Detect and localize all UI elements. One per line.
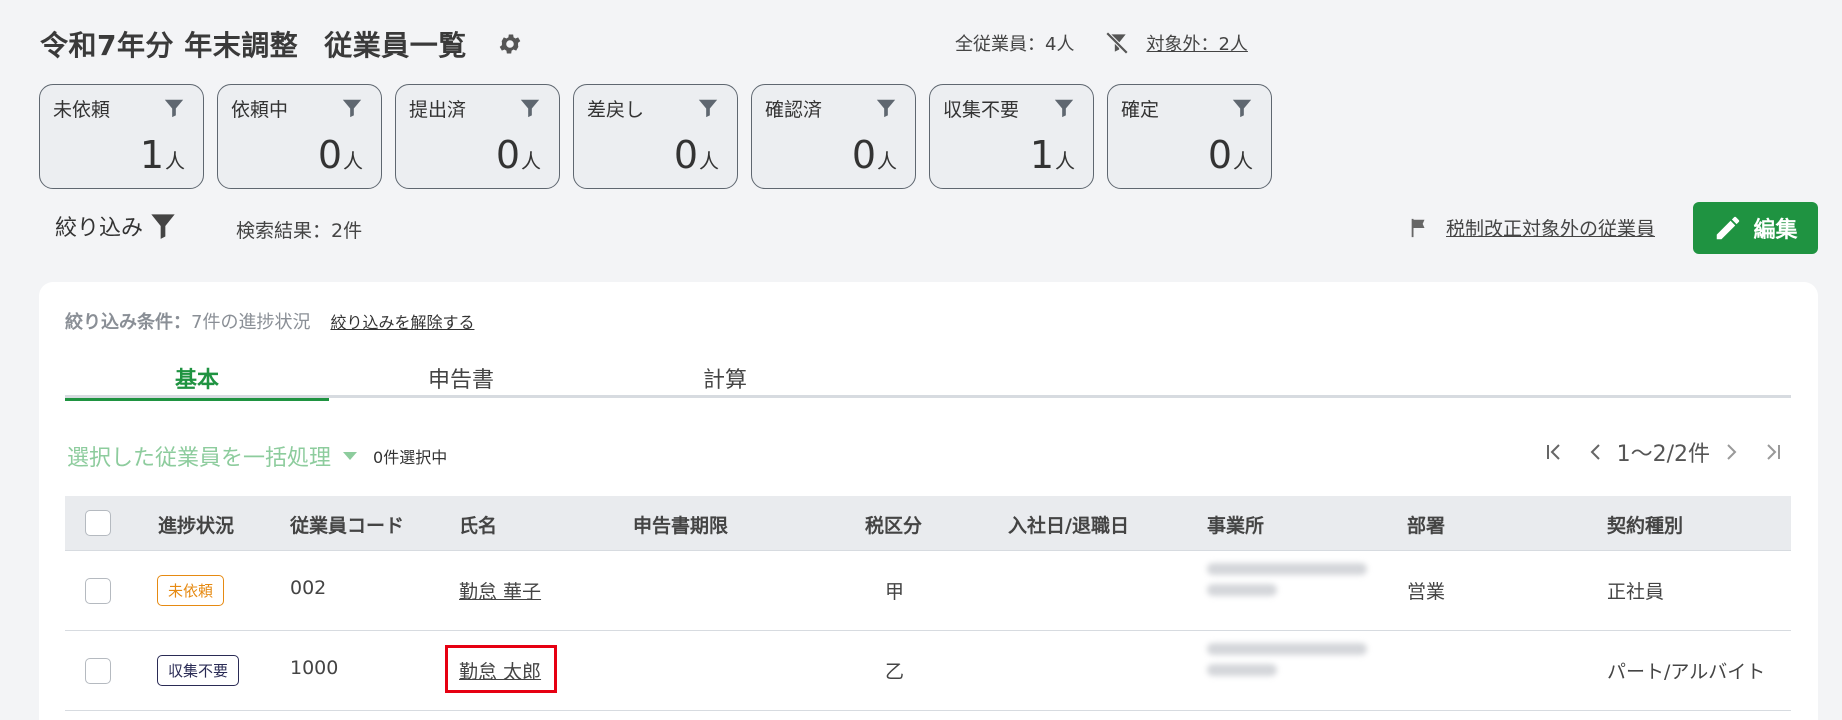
first-page-icon[interactable] [1542, 440, 1566, 464]
column-header-deadline[interactable]: 申告書期限 [633, 511, 728, 538]
table-row[interactable]: 収集不要 1000 勤怠 太郎 乙 パート/アルバイト [65, 631, 1791, 711]
table-header: 進捗状況 従業員コード 氏名 申告書期限 税区分 入社日/退職日 事業所 部署 … [65, 496, 1791, 551]
column-header-code[interactable]: 従業員コード [290, 511, 404, 538]
prev-page-icon[interactable] [1584, 440, 1608, 464]
pagination: 1〜2/2件 [1533, 436, 1794, 468]
column-header-tax[interactable]: 税区分 [865, 511, 922, 538]
status-card-not-required[interactable]: 収集不要 1人 [929, 84, 1094, 189]
pagination-text: 1〜2/2件 [1616, 442, 1710, 467]
status-badge: 未依頼 [157, 575, 225, 606]
filter-toggle[interactable]: 絞り込み [55, 210, 177, 242]
select-all-checkbox[interactable] [85, 510, 111, 536]
filter-off-icon [1106, 31, 1129, 55]
contract-type: パート/アルバイト [1607, 661, 1766, 683]
row-checkbox[interactable] [85, 578, 111, 604]
status-card-count: 0人 [1207, 133, 1253, 177]
status-card-requested[interactable]: 依頼中 0人 [217, 84, 382, 189]
status-card-label: 差戻し [587, 99, 645, 121]
status-cards: 未依頼 1人 依頼中 0人 提出済 0人 差戻し 0人 確認済 0人 収集不要 … [39, 84, 1272, 189]
department: 営業 [1407, 581, 1446, 603]
status-card-returned[interactable]: 差戻し 0人 [573, 84, 738, 189]
filter-icon [876, 99, 896, 118]
column-header-name[interactable]: 氏名 [459, 511, 497, 538]
employee-table: 進捗状況 従業員コード 氏名 申告書期限 税区分 入社日/退職日 事業所 部署 … [65, 496, 1791, 711]
last-page-icon[interactable] [1761, 440, 1785, 464]
tab-calculation[interactable]: 計算 [593, 362, 857, 398]
employee-name-link[interactable]: 勤怠 華子 [459, 577, 541, 604]
filter-label: 絞り込み [55, 216, 144, 241]
status-card-finalized[interactable]: 確定 0人 [1107, 84, 1272, 189]
selected-count: 0件選択中 [373, 448, 448, 467]
excluded-employees-link[interactable]: 対象外：2人 [1146, 30, 1247, 56]
filter-conditions-value: 7件の進捗状況 [191, 312, 311, 333]
exempt-employees-link[interactable]: 税制改正対象外の従業員 [1408, 214, 1655, 241]
status-card-confirmed[interactable]: 確認済 0人 [751, 84, 916, 189]
status-card-label: 確定 [1121, 99, 1160, 121]
status-card-unrequested[interactable]: 未依頼 1人 [39, 84, 204, 189]
status-card-submitted[interactable]: 提出済 0人 [395, 84, 560, 189]
gear-icon[interactable] [497, 31, 523, 57]
employee-panel: 絞り込み条件： 7件の進捗状況 絞り込みを解除する 基本 申告書 計算 選択した… [39, 282, 1818, 720]
row-checkbox[interactable] [85, 658, 111, 684]
search-result-count: 検索結果：2件 [236, 220, 363, 242]
highlight-box [445, 645, 557, 693]
bulk-action-dropdown[interactable]: 選択した従業員を一括処理 [67, 440, 331, 472]
status-card-count: 0人 [495, 133, 541, 177]
caret-down-icon[interactable] [343, 452, 358, 460]
status-badge: 収集不要 [157, 655, 240, 686]
table-row[interactable]: 未依頼 002 勤怠 華子 甲 営業 正社員 [65, 551, 1791, 631]
filter-icon [164, 99, 184, 118]
filter-conditions: 絞り込み条件： 7件の進捗状況 絞り込みを解除する [65, 308, 474, 334]
column-header-department[interactable]: 部署 [1407, 511, 1445, 538]
column-header-status[interactable]: 進捗状況 [158, 511, 234, 538]
filter-icon [1054, 99, 1074, 118]
employee-code: 002 [290, 577, 327, 599]
page-title-year: 令和7年分 年末調整 [40, 29, 299, 62]
tab-bar: 基本 申告書 計算 [65, 362, 1791, 401]
exempt-employees-link-text: 税制改正対象外の従業員 [1446, 218, 1656, 240]
office-redacted [1207, 643, 1382, 701]
bulk-action: 選択した従業員を一括処理 0件選択中 [67, 440, 447, 472]
column-header-contract[interactable]: 契約種別 [1607, 511, 1683, 538]
filter-icon [151, 214, 175, 239]
page-title: 令和7年分 年末調整 従業員一覧 [40, 24, 467, 64]
pencil-icon [1717, 216, 1740, 240]
filter-icon [342, 99, 362, 118]
status-card-label: 収集不要 [943, 99, 1020, 121]
office-redacted [1207, 563, 1382, 621]
status-card-count: 0人 [317, 133, 363, 177]
status-card-label: 提出済 [409, 99, 467, 121]
column-header-dates[interactable]: 入社日/退職日 [1008, 511, 1129, 538]
page-title-list: 従業員一覧 [324, 29, 467, 62]
flag-icon [1411, 218, 1425, 237]
status-card-label: 依頼中 [231, 99, 289, 121]
filter-icon [520, 99, 540, 118]
header-stats: 全従業員：4人 対象外：2人 [955, 30, 1248, 56]
status-card-count: 1人 [139, 133, 185, 177]
tab-basic[interactable]: 基本 [65, 362, 329, 401]
contract-type: 正社員 [1607, 581, 1665, 603]
next-page-icon[interactable] [1719, 440, 1743, 464]
status-card-label: 確認済 [765, 99, 823, 121]
filter-icon [698, 99, 718, 118]
tax-category: 甲 [885, 581, 905, 603]
status-card-count: 1人 [1029, 133, 1075, 177]
filter-conditions-label: 絞り込み条件： [65, 312, 191, 333]
status-card-count: 0人 [851, 133, 897, 177]
edit-button[interactable]: 編集 [1693, 202, 1818, 254]
edit-button-label: 編集 [1753, 218, 1798, 243]
status-card-label: 未依頼 [53, 99, 111, 121]
filter-icon [1232, 99, 1252, 118]
status-card-count: 0人 [673, 133, 719, 177]
clear-filter-link[interactable]: 絞り込みを解除する [330, 309, 474, 333]
tax-category: 乙 [885, 661, 905, 683]
total-employees: 全従業員：4人 [955, 34, 1075, 55]
column-header-office[interactable]: 事業所 [1207, 511, 1264, 538]
tab-declaration[interactable]: 申告書 [329, 362, 593, 398]
employee-code: 1000 [290, 657, 339, 679]
